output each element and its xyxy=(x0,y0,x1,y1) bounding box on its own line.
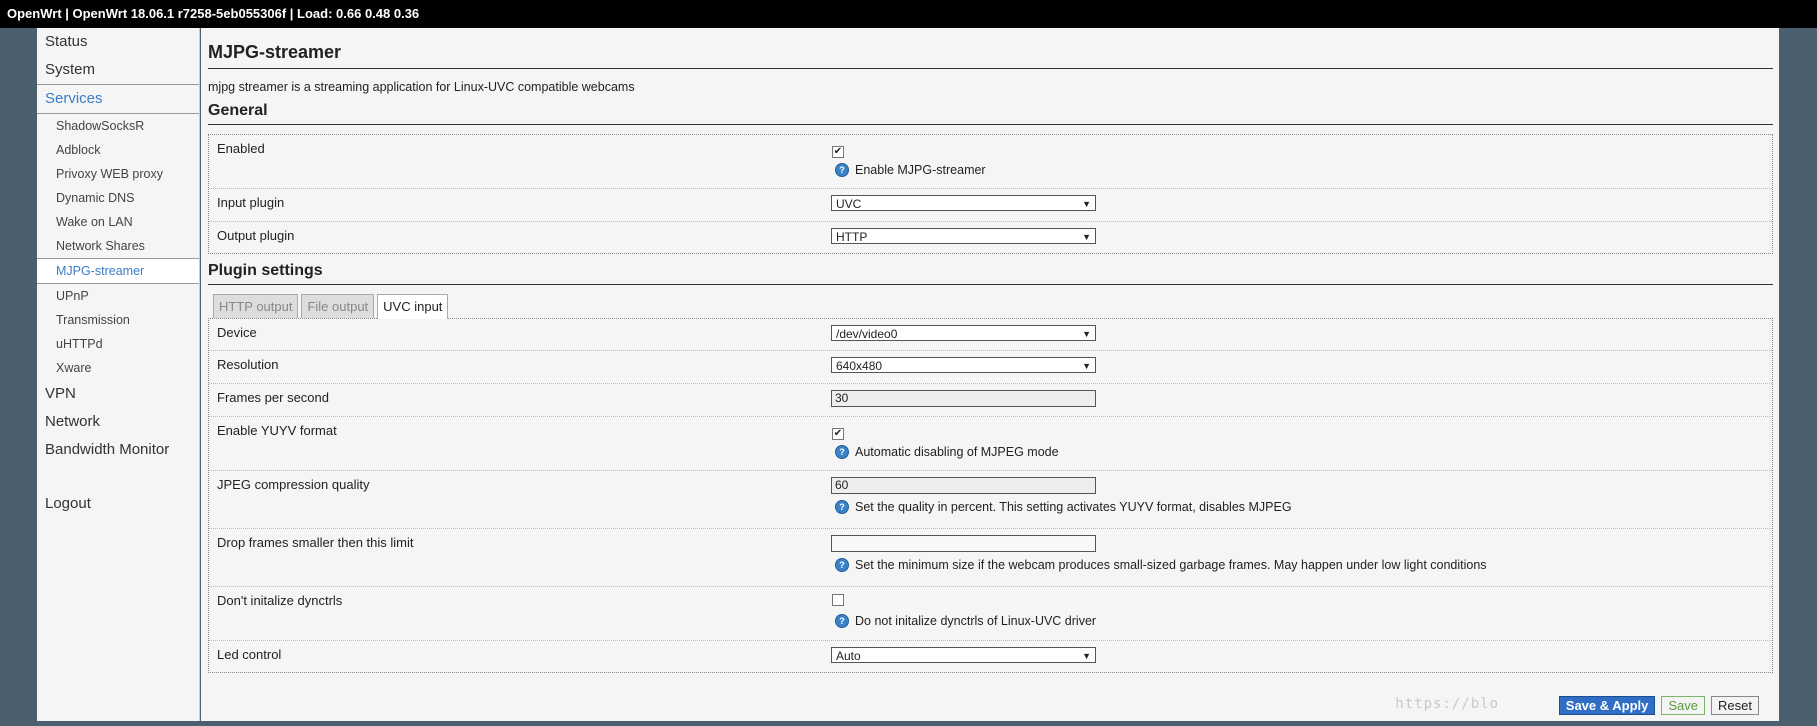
sidebar-subitem-upnp[interactable]: UPnP xyxy=(37,284,199,308)
drop-frames-label: Drop frames smaller then this limit xyxy=(217,535,414,550)
led-control-select[interactable]: Auto ▼ xyxy=(831,647,1096,663)
sidebar-subitem-adblock[interactable]: Adblock xyxy=(37,138,199,162)
sidebar-subitem-wake-on-lan[interactable]: Wake on LAN xyxy=(37,210,199,234)
sidebar-item-system[interactable]: System xyxy=(37,56,199,84)
jpeg-quality-help: ? Set the quality in percent. This setti… xyxy=(831,500,1772,514)
page-title: MJPG-streamer xyxy=(208,42,1773,69)
yuyv-label: Enable YUYV format xyxy=(217,423,337,438)
sidebar-subitem-xware[interactable]: Xware xyxy=(37,356,199,380)
output-plugin-value: HTTP xyxy=(836,230,868,244)
yuyv-help-text: Automatic disabling of MJPEG mode xyxy=(855,445,1059,459)
dropdown-arrow-icon: ▼ xyxy=(1082,232,1091,242)
help-icon: ? xyxy=(835,500,849,514)
jpeg-quality-row: JPEG compression quality 60 ? Set the qu… xyxy=(209,471,1772,529)
general-section-title: General xyxy=(208,102,1773,125)
device-row: Device /dev/video0 ▼ xyxy=(209,319,1772,351)
dynctrls-help: ? Do not initalize dynctrls of Linux-UVC… xyxy=(831,614,1772,628)
sidebar-item-services[interactable]: Services xyxy=(37,84,199,114)
tab-file-output[interactable]: File output xyxy=(301,294,375,318)
enabled-label: Enabled xyxy=(217,141,265,156)
save-button[interactable]: Save xyxy=(1661,696,1706,715)
watermark: https://blo xyxy=(1395,696,1499,712)
sidebar-item-vpn[interactable]: VPN xyxy=(37,380,199,408)
main-content: MJPG-streamer mjpg streamer is a streami… xyxy=(201,28,1779,721)
device-select[interactable]: /dev/video0 ▼ xyxy=(831,325,1096,341)
dropdown-arrow-icon: ▼ xyxy=(1082,651,1091,661)
drop-frames-help: ? Set the minimum size if the webcam pro… xyxy=(831,558,1772,572)
top-status-bar: OpenWrt | OpenWrt 18.06.1 r7258-5eb05530… xyxy=(0,0,1817,28)
uvc-settings-box: Device /dev/video0 ▼ Resolution 640x480 … xyxy=(208,318,1773,673)
input-plugin-label: Input plugin xyxy=(217,195,285,210)
drop-frames-row: Drop frames smaller then this limit ? Se… xyxy=(209,529,1772,587)
plugin-tabs: HTTP output File output UVC input xyxy=(208,294,1773,319)
dynctrls-checkbox[interactable] xyxy=(832,594,844,606)
enabled-help: ? Enable MJPG-streamer xyxy=(831,163,1772,177)
dropdown-arrow-icon: ▼ xyxy=(1082,199,1091,209)
sidebar-subitem-privoxy[interactable]: Privoxy WEB proxy xyxy=(37,162,199,186)
fps-input[interactable]: 30 xyxy=(831,390,1096,407)
dynctrls-row: Don't initalize dynctrls ? Do not inital… xyxy=(209,587,1772,641)
page-description: mjpg streamer is a streaming application… xyxy=(208,80,635,94)
help-icon: ? xyxy=(835,614,849,628)
sidebar-subitem-dynamic-dns[interactable]: Dynamic DNS xyxy=(37,186,199,210)
input-plugin-row: Input plugin UVC ▼ xyxy=(209,189,1772,222)
input-plugin-select[interactable]: UVC ▼ xyxy=(831,195,1096,211)
drop-frames-help-text: Set the minimum size if the webcam produ… xyxy=(855,558,1487,572)
enabled-help-text: Enable MJPG-streamer xyxy=(855,163,986,177)
fps-row: Frames per second 30 xyxy=(209,384,1772,417)
output-plugin-select[interactable]: HTTP ▼ xyxy=(831,228,1096,244)
tab-http-output[interactable]: HTTP output xyxy=(213,294,299,318)
sidebar-item-bandwidth-monitor[interactable]: Bandwidth Monitor xyxy=(37,436,199,464)
yuyv-checkbox[interactable]: ✔ xyxy=(832,428,844,440)
jpeg-quality-input[interactable]: 60 xyxy=(831,477,1096,494)
led-control-value: Auto xyxy=(836,649,861,663)
led-control-label: Led control xyxy=(217,647,282,662)
tab-uvc-input[interactable]: UVC input xyxy=(377,294,449,319)
enabled-checkbox[interactable]: ✔ xyxy=(832,146,844,158)
dropdown-arrow-icon: ▼ xyxy=(1082,329,1091,339)
form-buttons: Save & Apply Save Reset xyxy=(1558,696,1759,715)
save-apply-button[interactable]: Save & Apply xyxy=(1558,696,1656,715)
reset-button[interactable]: Reset xyxy=(1711,696,1759,715)
enabled-row: Enabled ✔ ? Enable MJPG-streamer xyxy=(209,135,1772,189)
dropdown-arrow-icon: ▼ xyxy=(1082,361,1091,371)
sidebar-subitem-mjpg-streamer[interactable]: MJPG-streamer xyxy=(37,258,199,284)
resolution-row: Resolution 640x480 ▼ xyxy=(209,351,1772,384)
jpeg-quality-label: JPEG compression quality xyxy=(217,477,370,492)
sidebar-item-logout[interactable]: Logout xyxy=(37,490,199,518)
output-plugin-row: Output plugin HTTP ▼ xyxy=(209,222,1772,253)
sidebar-subitem-shadowsocksr[interactable]: ShadowSocksR xyxy=(37,114,199,138)
resolution-select[interactable]: 640x480 ▼ xyxy=(831,357,1096,373)
sidebar: Status System Services ShadowSocksR Adbl… xyxy=(37,28,200,721)
status-text: OpenWrt | OpenWrt 18.06.1 r7258-5eb05530… xyxy=(7,6,420,21)
resolution-label: Resolution xyxy=(217,357,279,372)
help-icon: ? xyxy=(835,445,849,459)
yuyv-help: ? Automatic disabling of MJPEG mode xyxy=(831,445,1772,459)
help-icon: ? xyxy=(835,163,849,177)
sidebar-item-network[interactable]: Network xyxy=(37,408,199,436)
sidebar-item-status[interactable]: Status xyxy=(37,28,199,56)
led-control-row: Led control Auto ▼ xyxy=(209,641,1772,672)
drop-frames-input[interactable] xyxy=(831,535,1096,552)
general-settings-box: Enabled ✔ ? Enable MJPG-streamer Input p… xyxy=(208,134,1773,254)
device-value: /dev/video0 xyxy=(836,327,898,341)
output-plugin-label: Output plugin xyxy=(217,228,295,243)
jpeg-quality-help-text: Set the quality in percent. This setting… xyxy=(855,500,1292,514)
sidebar-subitem-uhttpd[interactable]: uHTTPd xyxy=(37,332,199,356)
dynctrls-label: Don't initalize dynctrls xyxy=(217,593,343,608)
plugin-section-title: Plugin settings xyxy=(208,262,1773,285)
fps-label: Frames per second xyxy=(217,390,329,405)
device-label: Device xyxy=(217,325,257,340)
dynctrls-help-text: Do not initalize dynctrls of Linux-UVC d… xyxy=(855,614,1097,628)
input-plugin-value: UVC xyxy=(836,197,862,211)
help-icon: ? xyxy=(835,558,849,572)
sidebar-subitem-network-shares[interactable]: Network Shares xyxy=(37,234,199,258)
resolution-value: 640x480 xyxy=(836,359,883,373)
sidebar-subitem-transmission[interactable]: Transmission xyxy=(37,308,199,332)
yuyv-row: Enable YUYV format ✔ ? Automatic disabli… xyxy=(209,417,1772,471)
